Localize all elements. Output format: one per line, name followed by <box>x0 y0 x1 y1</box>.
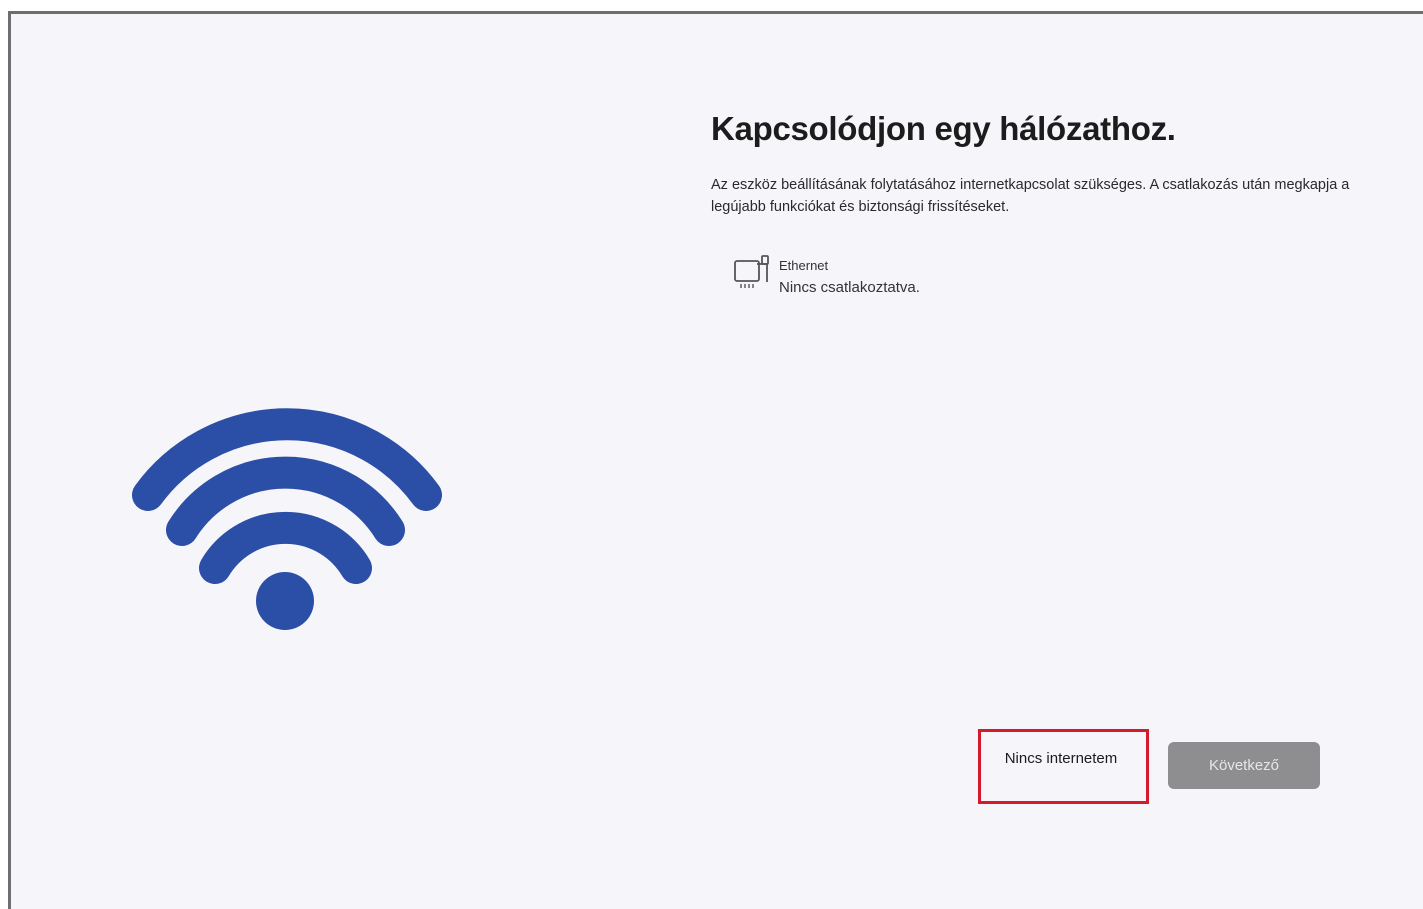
wifi-dot <box>256 572 314 630</box>
network-status: Nincs csatlakoztatva. <box>779 279 920 296</box>
next-button[interactable]: Következő <box>1168 742 1320 789</box>
ethernet-icon <box>734 255 769 288</box>
network-name: Ethernet <box>779 258 829 273</box>
network-item-ethernet[interactable]: Ethernet Nincs csatlakoztatva. <box>733 254 1033 302</box>
page-title: Kapcsolódjon egy hálózathoz. <box>711 110 1176 147</box>
no-internet-button[interactable]: Nincs internetem <box>983 734 1139 782</box>
wifi-arc-inner <box>199 511 372 584</box>
setup-window: Kapcsolódjon egy hálózathoz. Az eszköz b… <box>8 11 1423 909</box>
wifi-icon <box>132 408 442 630</box>
page-description: Az eszköz beállításának folytatásához in… <box>711 177 1350 215</box>
